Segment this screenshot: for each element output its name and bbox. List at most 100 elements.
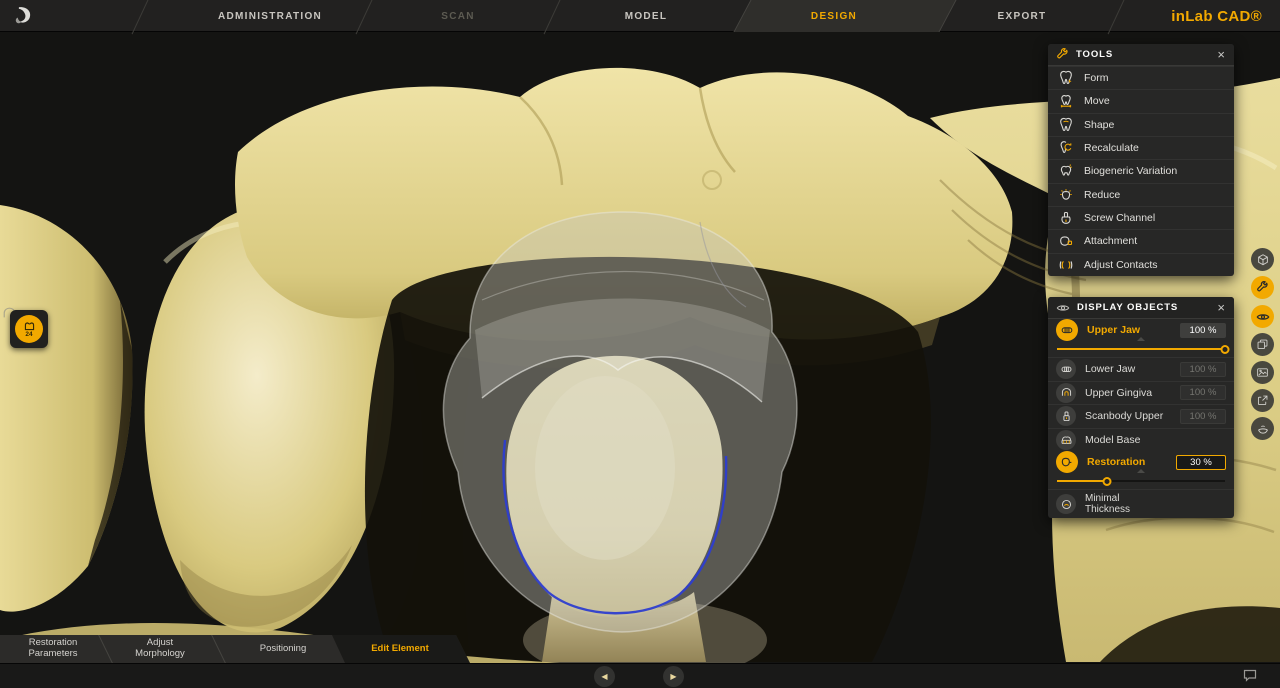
scanbody-upper-icon [1056, 406, 1076, 426]
display-row-label: Minimal Thickness [1085, 493, 1226, 516]
view-cube-button[interactable] [1251, 248, 1274, 271]
tools-panel: TOOLS × Form Move Shape Recalculate Biog… [1048, 44, 1234, 276]
next-step-button[interactable]: ▶ [663, 666, 684, 687]
display-row-label: Restoration [1087, 456, 1167, 468]
tool-form[interactable]: Form [1048, 66, 1234, 89]
step-restoration-parameters[interactable]: Restoration Parameters [8, 635, 98, 663]
restoration-opacity-slider[interactable] [1048, 473, 1234, 489]
case-folder-button[interactable] [1251, 333, 1274, 356]
display-row-upper-gingiva[interactable]: Upper Gingiva 100 % [1048, 381, 1234, 405]
cube-icon [1256, 253, 1270, 267]
tool-move[interactable]: Move [1048, 89, 1234, 112]
slider-caret [1137, 469, 1145, 473]
nav-scan[interactable]: SCAN [364, 0, 552, 32]
step-separator [97, 633, 114, 666]
tool-screw-channel[interactable]: Screw Channel [1048, 206, 1234, 229]
display-objects-panel: DISPLAY OBJECTS × Upper Jaw 100 % Lower … [1048, 297, 1234, 518]
wrench-icon [1256, 281, 1269, 294]
display-objects-toggle-button[interactable] [1251, 305, 1274, 328]
shape-tool-icon [1058, 117, 1074, 133]
minimal-thickness-icon [1056, 494, 1076, 514]
display-row-scanbody-upper[interactable]: Scanbody Upper 100 % [1048, 404, 1234, 428]
scanbody-upper-opacity-value[interactable]: 100 % [1180, 409, 1226, 424]
arrow-right-icon: ▶ [670, 672, 676, 681]
tool-label: Reduce [1084, 189, 1120, 201]
nav-model[interactable]: MODEL [552, 0, 740, 32]
biogeneric-variation-tool-icon [1058, 163, 1074, 179]
slider-knob[interactable] [1221, 345, 1230, 354]
upper-gingiva-opacity-value[interactable]: 100 % [1180, 385, 1226, 400]
display-row-model-base[interactable]: Model Base [1048, 428, 1234, 452]
feedback-chat-icon[interactable] [1242, 668, 1258, 683]
nav-administration[interactable]: ADMINISTRATION [176, 0, 364, 32]
crown-icon [23, 320, 36, 331]
nav-separator [132, 0, 150, 34]
top-nav: ADMINISTRATION SCAN MODEL DESIGN EXPORT … [0, 0, 1280, 32]
close-icon[interactable]: × [1216, 301, 1226, 314]
tool-label: Biogeneric Variation [1084, 165, 1177, 177]
display-row-label: Upper Jaw [1087, 324, 1171, 336]
step-positioning[interactable]: Positioning [235, 635, 331, 663]
upper-jaw-icon [1056, 319, 1078, 341]
app-logo-icon [12, 5, 34, 27]
lower-jaw-icon [1056, 359, 1076, 379]
restoration-ghost[interactable] [443, 212, 797, 632]
step-label: Parameters [28, 649, 77, 660]
reduce-tool-icon [1058, 187, 1074, 203]
recalculate-tool-icon [1058, 140, 1074, 156]
nav-design[interactable]: DESIGN [740, 0, 928, 32]
share-view-button[interactable] [1251, 389, 1274, 412]
tool-recalculate[interactable]: Recalculate [1048, 136, 1234, 159]
tool-label: Attachment [1084, 235, 1137, 247]
tool-label: Shape [1084, 119, 1114, 131]
tool-label: Move [1084, 95, 1110, 107]
lower-jaw-opacity-value[interactable]: 100 % [1180, 362, 1226, 377]
tool-attachment[interactable]: Attachment [1048, 229, 1234, 252]
display-row-label: Model Base [1085, 434, 1226, 446]
label-line-2: Thickness [1085, 504, 1226, 516]
nav-export[interactable]: EXPORT [928, 0, 1116, 32]
restoration-icon [1056, 451, 1078, 473]
tool-label: Screw Channel [1084, 212, 1155, 224]
slider-knob[interactable] [1103, 477, 1112, 486]
form-tool-icon [1058, 70, 1074, 86]
tool-adjust-contacts[interactable]: Adjust Contacts [1048, 253, 1234, 276]
tools-panel-header: TOOLS × [1048, 44, 1234, 66]
eye-icon [1256, 310, 1270, 324]
hand-gesture-icon [1256, 422, 1270, 436]
previous-step-button[interactable]: ◀ [594, 666, 615, 687]
hand-gesture-button[interactable] [1251, 417, 1274, 440]
restoration-opacity-value[interactable]: 30 % [1176, 455, 1226, 470]
wrench-icon [1056, 48, 1069, 61]
tool-shape[interactable]: Shape [1048, 113, 1234, 136]
upper-gingiva-icon [1056, 383, 1076, 403]
display-row-minimal-thickness[interactable]: Minimal Thickness [1048, 489, 1234, 518]
step-separator [210, 633, 227, 666]
tool-reduce[interactable]: Reduce [1048, 183, 1234, 206]
move-tool-icon [1058, 93, 1074, 109]
display-panel-title: DISPLAY OBJECTS [1077, 302, 1209, 313]
step-adjust-morphology[interactable]: Adjust Morphology [115, 635, 205, 663]
tooth-position-badge[interactable]: 24 [10, 310, 48, 348]
brand-title: inLab CAD® [1171, 0, 1262, 32]
step-edit-element[interactable]: Edit Element [348, 635, 452, 663]
display-row-label: Upper Gingiva [1085, 387, 1171, 399]
close-icon[interactable]: × [1216, 48, 1226, 61]
share-arrow-icon [1256, 394, 1269, 407]
snapshot-button[interactable] [1251, 361, 1274, 384]
display-row-label: Scanbody Upper [1085, 410, 1171, 422]
slider-caret [1137, 337, 1145, 341]
label-line-1: Minimal [1085, 493, 1226, 505]
display-panel-header: DISPLAY OBJECTS × [1048, 297, 1234, 319]
tool-biogeneric-variation[interactable]: Biogeneric Variation [1048, 159, 1234, 182]
step-label: Edit Element [371, 644, 429, 655]
image-icon [1256, 366, 1269, 379]
upper-jaw-opacity-value[interactable]: 100 % [1180, 323, 1226, 338]
tool-label: Adjust Contacts [1084, 259, 1158, 271]
tools-toggle-button[interactable] [1251, 276, 1274, 299]
display-row-lower-jaw[interactable]: Lower Jaw 100 % [1048, 357, 1234, 381]
eye-icon [1056, 301, 1070, 315]
display-row-label: Lower Jaw [1085, 363, 1171, 375]
upper-jaw-opacity-slider[interactable] [1048, 341, 1234, 357]
arrow-left-icon: ◀ [601, 672, 607, 681]
